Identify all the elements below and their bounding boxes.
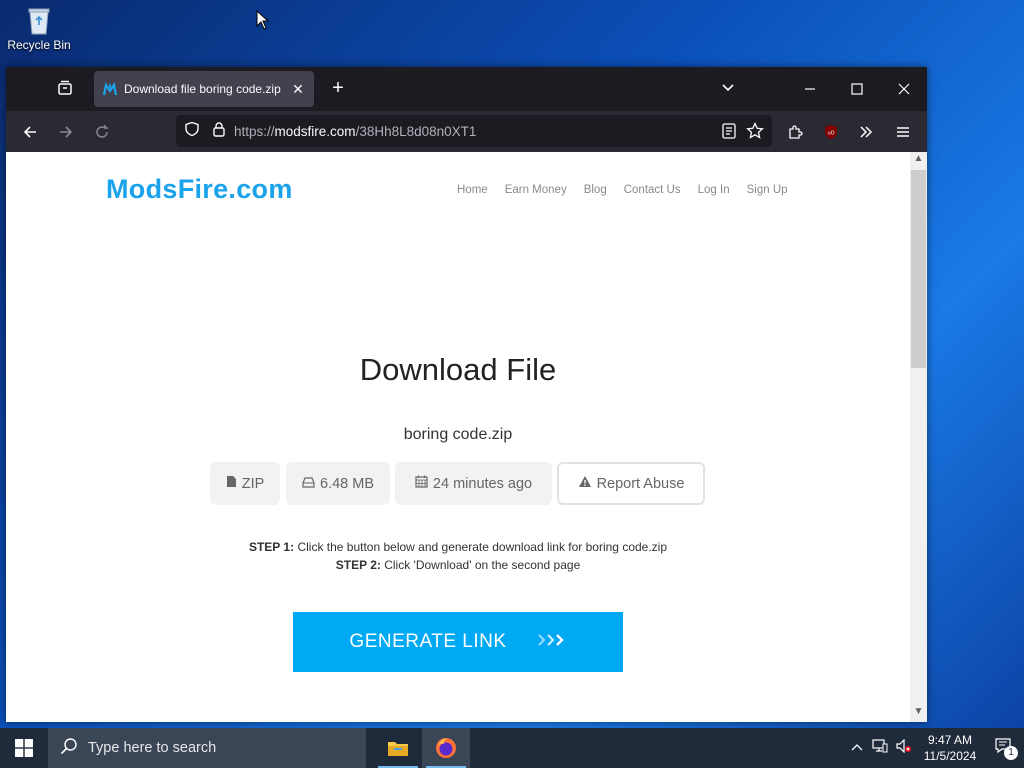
step-1: STEP 1: Click the button below and gener…: [248, 540, 668, 554]
clock-date: 11/5/2024: [923, 749, 977, 763]
url-text: https://modsfire.com/38Hh8L8d08n0XT1: [234, 123, 477, 139]
navigation-toolbar: https://modsfire.com/38Hh8L8d08n0XT1 uO: [6, 111, 927, 152]
address-bar[interactable]: https://modsfire.com/38Hh8L8d08n0XT1: [176, 115, 772, 147]
reader-view-icon[interactable]: [722, 123, 736, 144]
notification-count-badge: 1: [1004, 745, 1018, 760]
web-page: ModsFire.com Home Earn Money Blog Contac…: [6, 152, 927, 722]
nav-earn-money[interactable]: Earn Money: [505, 184, 567, 196]
double-chevron-right-icon: [537, 631, 567, 653]
ublock-origin-icon[interactable]: uO: [819, 120, 843, 144]
overflow-chevrons-icon[interactable]: [854, 120, 878, 144]
tracking-shield-icon[interactable]: [184, 121, 200, 142]
tab-title: Download file boring code.zip: [124, 82, 281, 96]
file-explorer-taskbar-button[interactable]: [374, 728, 422, 768]
modsfire-favicon-icon: [102, 81, 118, 97]
close-tab-icon[interactable]: ✕: [290, 81, 306, 98]
search-icon: [60, 737, 78, 759]
extensions-puzzle-icon[interactable]: [783, 120, 807, 144]
file-type-badge: ZIP: [210, 462, 280, 505]
reload-button[interactable]: [90, 120, 114, 144]
taskbar-search-box[interactable]: Type here to search: [48, 728, 366, 768]
page-scrollbar[interactable]: ▲ ▼: [910, 152, 927, 722]
scroll-up-arrow-icon[interactable]: ▲: [910, 153, 927, 169]
new-tab-button[interactable]: +: [326, 77, 350, 100]
nav-sign-up[interactable]: Sign Up: [747, 184, 788, 196]
back-button[interactable]: [18, 120, 42, 144]
folder-icon: [388, 742, 408, 756]
generate-link-label: GENERATE LINK: [349, 631, 507, 652]
tab-bar: Download file boring code.zip ✕ +: [6, 67, 927, 111]
hamburger-menu-icon[interactable]: [891, 120, 915, 144]
recycle-bin-icon: [26, 6, 52, 36]
forward-button[interactable]: [54, 120, 78, 144]
tab-overview-icon[interactable]: [56, 79, 74, 102]
site-navigation: Home Earn Money Blog Contact Us Log In S…: [457, 184, 788, 196]
site-logo[interactable]: ModsFire.com: [106, 174, 293, 205]
start-button[interactable]: [0, 728, 48, 768]
scrollbar-thumb[interactable]: [911, 170, 926, 368]
upload-time-badge: 24 minutes ago: [395, 462, 552, 505]
bookmark-star-icon[interactable]: [746, 121, 764, 145]
maximize-button[interactable]: [834, 67, 880, 111]
logo-text: ModsFire.com: [106, 174, 293, 204]
mouse-cursor-icon: [256, 9, 270, 35]
hard-drive-icon: [302, 476, 315, 492]
action-center-icon[interactable]: 1: [984, 737, 1024, 760]
generate-link-button[interactable]: GENERATE LINK: [293, 612, 623, 672]
step-2: STEP 2: Click 'Download' on the second p…: [335, 558, 581, 572]
page-title: Download File: [359, 352, 557, 387]
download-instructions: STEP 1: Click the button below and gener…: [6, 538, 910, 574]
taskbar: Type here to search 9:47 AM 11/5/2024 1: [0, 728, 1024, 768]
minimize-button[interactable]: [787, 67, 833, 111]
browser-window: Download file boring code.zip ✕ + https:…: [6, 67, 927, 722]
tab-list-chevron-icon[interactable]: [720, 79, 736, 100]
scroll-down-arrow-icon[interactable]: ▼: [910, 706, 927, 722]
lock-icon[interactable]: [212, 121, 226, 142]
calendar-icon: [415, 475, 428, 492]
show-hidden-icons-chevron-icon[interactable]: [846, 739, 868, 757]
firefox-taskbar-button[interactable]: [422, 728, 470, 768]
clock-time: 9:47 AM: [927, 733, 973, 747]
windows-logo-icon: [15, 739, 33, 757]
recycle-bin-label: Recycle Bin: [7, 38, 71, 52]
network-icon[interactable]: [868, 738, 892, 758]
volume-muted-icon[interactable]: [892, 738, 916, 758]
nav-home[interactable]: Home: [457, 184, 488, 196]
file-icon: [226, 475, 237, 492]
file-size-badge: 6.48 MB: [286, 462, 390, 505]
warning-icon: [578, 475, 592, 492]
nav-contact-us[interactable]: Contact Us: [624, 184, 681, 196]
clock[interactable]: 9:47 AM 11/5/2024: [916, 732, 984, 764]
firefox-icon: [436, 738, 456, 758]
tab-active[interactable]: Download file boring code.zip ✕: [94, 71, 314, 107]
nav-log-in[interactable]: Log In: [698, 184, 730, 196]
svg-text:uO: uO: [827, 131, 834, 137]
search-placeholder: Type here to search: [88, 740, 217, 756]
report-abuse-button[interactable]: Report Abuse: [557, 462, 705, 505]
system-tray: 9:47 AM 11/5/2024 1: [846, 728, 1024, 768]
close-window-button[interactable]: [881, 67, 927, 111]
recycle-bin-shortcut[interactable]: Recycle Bin: [6, 6, 72, 52]
nav-blog[interactable]: Blog: [584, 184, 607, 196]
file-name: boring code.zip: [403, 426, 513, 443]
